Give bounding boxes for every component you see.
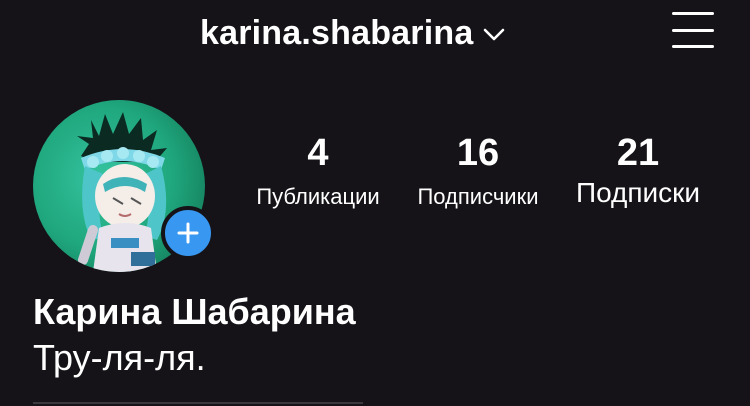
username: karina.shabarina [200, 13, 474, 52]
divider [33, 402, 363, 404]
plus-icon [177, 222, 199, 244]
hamburger-menu-icon [672, 12, 714, 15]
stat-following-value: 21 [616, 132, 660, 174]
stat-posts-label: Публикации [256, 184, 380, 209]
profile-bio: Тру-ля-ля. [33, 337, 206, 378]
menu-button[interactable] [672, 12, 714, 48]
hamburger-menu-icon [672, 45, 714, 48]
stat-followers-value: 16 [456, 132, 500, 174]
stat-posts[interactable]: 4 Публикации [246, 130, 390, 212]
chevron-down-icon [484, 28, 505, 41]
profile-full-name: Карина Шабарина [33, 291, 356, 332]
add-story-button[interactable] [161, 206, 215, 260]
avatar-container[interactable] [33, 100, 215, 272]
profile-header: karina.shabarina [0, 0, 750, 70]
hamburger-menu-icon [672, 29, 714, 32]
stat-followers-label: Подписчики [417, 184, 539, 209]
stat-followers[interactable]: 16 Подписчики [406, 130, 550, 212]
stat-following-label: Подписки [575, 177, 701, 208]
account-switcher-button[interactable]: karina.shabarina [200, 10, 505, 56]
stat-posts-value: 4 [307, 132, 329, 174]
stat-following[interactable]: 21 Подписки [566, 130, 710, 208]
